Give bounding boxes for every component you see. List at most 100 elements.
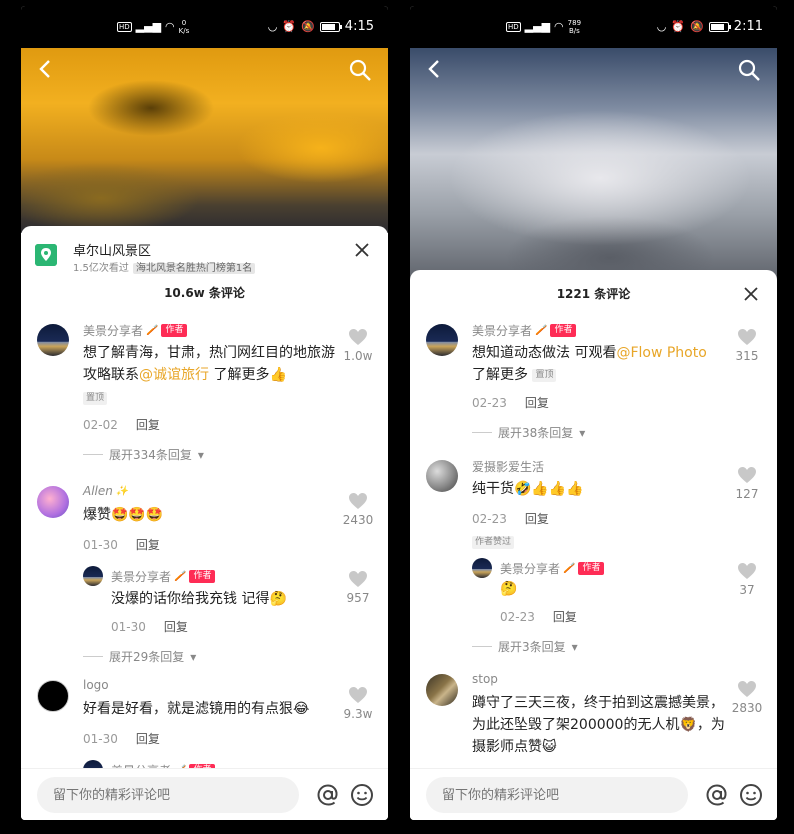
network-speed: 0 K/s	[178, 19, 190, 35]
like-count: 2830	[731, 701, 763, 715]
headphone-icon: ◡	[656, 19, 667, 33]
comment-meta: 02-23 回复	[472, 512, 549, 526]
avatar[interactable]	[472, 558, 492, 578]
hd-badge: HD	[117, 22, 132, 32]
comment-sheet: 卓尔山风景区 1.5亿次看过 海北风景名胜热门榜第1名 10.6w 条评论 美景分…	[21, 226, 388, 820]
phone-screen-left: HD ▂▄▆ ◠ 0 K/s ◡ ⏰ 🔕 4:15 卓尔山风景区 1.5亿次看过海…	[21, 6, 388, 820]
avatar[interactable]	[83, 566, 103, 586]
search-icon[interactable]	[737, 58, 761, 82]
heart-icon	[349, 687, 367, 703]
avatar[interactable]	[37, 680, 69, 712]
comment-author: 爱摄影爱生活	[472, 460, 545, 474]
avatar[interactable]	[426, 674, 458, 706]
close-icon[interactable]	[743, 286, 759, 302]
comment-meta: 02-23 回复	[472, 396, 549, 410]
expand-replies[interactable]: 展开38条回复 ▾	[472, 424, 585, 441]
pinned-tag: 置顶	[83, 392, 108, 405]
comment-author: 美景分享者🪥作者	[83, 322, 188, 339]
comment-count-title: 1221 条评论	[556, 287, 631, 301]
author-tag: 作者	[189, 570, 216, 583]
at-icon[interactable]	[316, 783, 340, 807]
battery-fill	[710, 23, 725, 30]
battery-icon	[708, 21, 731, 32]
reply-button[interactable]: 回复	[136, 732, 160, 746]
video-background	[410, 48, 777, 284]
emoji-icon[interactable]	[350, 783, 374, 807]
expand-replies[interactable]: 展开334条回复 ▾	[83, 446, 204, 463]
like-count: 37	[739, 583, 755, 597]
reply-button[interactable]: 回复	[553, 610, 577, 624]
comment-author: logo	[83, 678, 109, 692]
signal-icon: ▂▄▆	[135, 20, 162, 33]
comment-text: 爆赞🤩🤩🤩	[83, 507, 164, 523]
poi-stats: 1.5亿次看过 海北风景名胜热门榜第1名	[73, 259, 256, 274]
video-background	[21, 48, 388, 233]
emoji-icon[interactable]	[739, 783, 763, 807]
comment-meta: 01-30 回复	[83, 732, 160, 746]
expand-replies[interactable]: 展开29条回复 ▾	[83, 648, 196, 665]
poi-card[interactable]: 卓尔山风景区 1.5亿次看过 海北风景名胜热门榜第1名	[35, 236, 374, 276]
author-tag: 作者	[161, 324, 188, 337]
comment-text: 想了解青海，甘肃，热门网红目的地旅游攻略联系@诚谊旅行 了解更多👍	[83, 345, 335, 383]
avatar[interactable]	[426, 460, 458, 492]
hd-badge: HD	[506, 22, 521, 32]
like-button[interactable]: 1.0w	[338, 328, 378, 363]
like-button[interactable]: 315	[727, 328, 767, 363]
comment-sheet: 1221 条评论 美景分享者 🪥 作者 想知道动态做法 可观看@Flow Photo…	[410, 270, 777, 820]
comment-text: 好看是好看，就是滤镜用的有点狠😂	[83, 701, 310, 717]
reply-button[interactable]: 回复	[525, 396, 549, 410]
comment-text: 蹲守了三天三夜，终于拍到这震撼美景，为此还坠毁了架200000的无人机🦁，为摄影…	[472, 695, 725, 755]
poi-rank: 海北风景名胜热门榜第1名	[132, 263, 256, 274]
location-icon	[35, 244, 57, 266]
comment-input[interactable]	[37, 777, 299, 813]
comment-author: Allen ✨	[83, 484, 129, 498]
wifi-icon: ◠	[554, 20, 564, 33]
reply-button[interactable]: 回复	[136, 418, 160, 432]
phone-screen-right: HD ▂▄▆ ◠ 789 B/s ◡ ⏰ 🔕 2:11 1221 条评论 美景分享…	[410, 6, 777, 820]
comment-meta: 02-23 回复	[500, 610, 577, 624]
heart-icon	[349, 329, 367, 345]
reply-button[interactable]: 回复	[525, 512, 549, 526]
status-bar: HD ▂▄▆ ◠ 0 K/s ◡ ⏰ 🔕 4:15	[21, 6, 388, 48]
heart-icon	[738, 467, 756, 483]
comment-author: stop	[472, 672, 498, 686]
like-button[interactable]: 127	[727, 466, 767, 501]
search-icon[interactable]	[348, 58, 372, 82]
comment-count-title: 10.6w 条评论	[164, 286, 245, 300]
mute-icon: 🔕	[690, 19, 704, 33]
avatar[interactable]	[426, 324, 458, 356]
comment-input[interactable]	[426, 777, 688, 813]
battery-icon	[319, 21, 342, 32]
avatar[interactable]	[37, 486, 69, 518]
heart-icon	[349, 571, 367, 587]
like-button[interactable]: 9.3w	[338, 686, 378, 721]
like-button[interactable]: 2430	[338, 492, 378, 527]
close-icon[interactable]	[354, 242, 370, 258]
comment-author: 美景分享者🪥作者	[111, 568, 216, 585]
pinned-tag: 置顶	[532, 368, 557, 382]
like-count: 1.0w	[343, 349, 373, 363]
alarm-icon: ⏰	[671, 19, 686, 33]
reply-button[interactable]: 回复	[136, 538, 160, 552]
author-tag: 作者	[578, 562, 605, 575]
expand-replies[interactable]: 展开3条回复 ▾	[472, 638, 578, 655]
like-button[interactable]: 37	[727, 562, 767, 597]
comment-meta: 02-02 回复	[83, 418, 160, 432]
signal-icon: ▂▄▆	[524, 20, 551, 33]
at-icon[interactable]	[705, 783, 729, 807]
back-icon[interactable]	[424, 58, 446, 80]
back-icon[interactable]	[35, 58, 57, 80]
comment-author: 美景分享者🪥作者	[500, 560, 605, 577]
author-liked-tag: 作者赞过	[472, 536, 515, 549]
like-button[interactable]: 957	[338, 570, 378, 605]
reply-button[interactable]: 回复	[164, 620, 188, 634]
like-button[interactable]: 2830	[727, 680, 767, 715]
mute-icon: 🔕	[301, 19, 315, 33]
heart-icon	[738, 563, 756, 579]
comment-text: 🤔	[500, 581, 518, 597]
avatar[interactable]	[37, 324, 69, 356]
mention-link[interactable]: @诚谊旅行	[139, 367, 209, 383]
mention-link[interactable]: @Flow Photo	[616, 345, 706, 361]
like-count: 127	[735, 487, 759, 501]
heart-icon	[349, 493, 367, 509]
